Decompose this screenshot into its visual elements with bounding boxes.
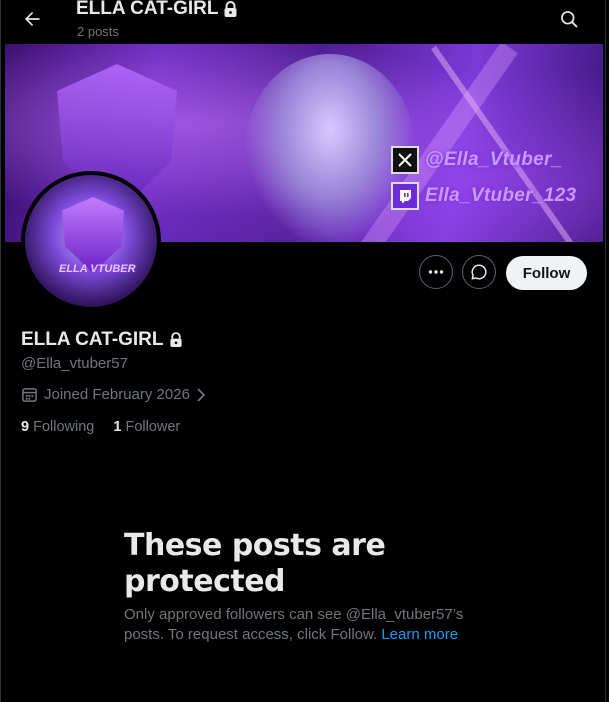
avatar-shield-art	[62, 197, 124, 273]
avatar-text: ELLA VTUBER	[59, 263, 136, 275]
back-button[interactable]	[17, 4, 47, 34]
banner-twitch-handle-text: Ella_Vtuber_123	[425, 185, 577, 206]
profile-name-text: ELLA CAT-GIRL	[21, 329, 164, 350]
x-logo-icon	[391, 146, 419, 174]
top-bar: ELLA CAT-GIRL 2 posts	[1, 0, 605, 44]
calendar-icon	[22, 388, 37, 402]
arrow-left-icon	[25, 12, 40, 26]
followers-link[interactable]: 1 Follower	[113, 419, 180, 435]
profile-handle: @Ella_vtuber57	[21, 355, 128, 372]
follow-counts: 9 Following 1 Follower	[21, 419, 180, 435]
protected-title: These posts are protected	[124, 528, 386, 599]
chevron-right-icon	[197, 387, 206, 402]
following-count: 9	[21, 419, 30, 435]
banner-twitch-handle: Ella_Vtuber_123	[391, 182, 576, 210]
header-posts-count: 2 posts	[77, 24, 119, 39]
profile-name: ELLA CAT-GIRL	[21, 329, 183, 351]
joined-date[interactable]: Joined February 2026	[21, 386, 206, 403]
twitch-logo-icon	[391, 182, 419, 210]
message-button[interactable]	[462, 255, 496, 289]
message-icon	[471, 264, 487, 280]
joined-text: Joined February 2026	[44, 386, 190, 403]
following-link[interactable]: 9 Following	[21, 419, 94, 435]
banner-x-handle: @Ella_Vtuber_	[391, 146, 563, 174]
lock-icon	[224, 0, 237, 17]
learn-more-link[interactable]: Learn more	[381, 626, 458, 643]
search-button[interactable]	[554, 4, 584, 34]
profile-page: ELLA CAT-GIRL 2 posts @Ella_Vtuber_ Ella…	[0, 0, 606, 702]
header-title: ELLA CAT-GIRL	[76, 0, 238, 20]
avatar[interactable]: ELLA VTUBER	[21, 171, 161, 311]
search-icon	[561, 11, 578, 28]
header-name: ELLA CAT-GIRL	[76, 0, 219, 19]
protected-body: Only approved followers can see @Ella_vt…	[124, 605, 484, 645]
following-label: Following	[33, 419, 95, 435]
lock-icon	[170, 332, 183, 347]
follow-button[interactable]: Follow	[506, 256, 587, 290]
more-icon	[428, 270, 444, 274]
more-button[interactable]	[419, 255, 453, 289]
banner-x-handle-text: @Ella_Vtuber_	[425, 149, 563, 170]
followers-label: Follower	[125, 419, 181, 435]
followers-count: 1	[113, 419, 122, 435]
